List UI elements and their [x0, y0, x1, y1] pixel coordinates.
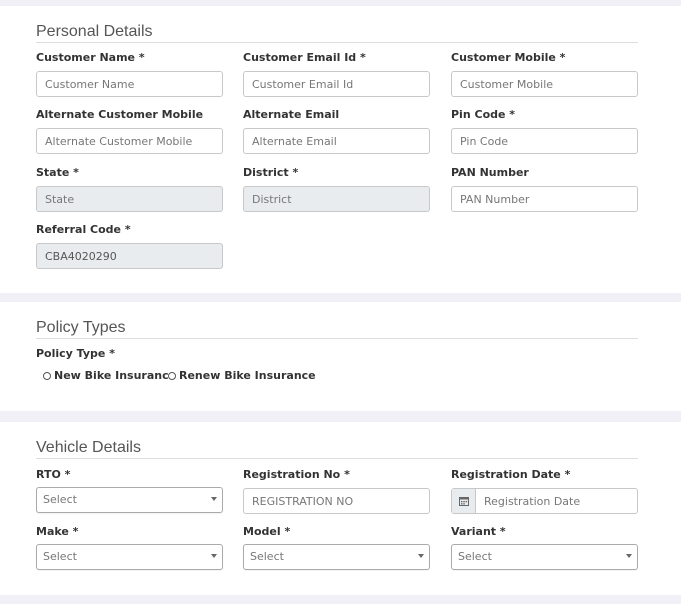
referral-code-label: Referral Code *	[36, 223, 131, 236]
customer-email-label: Customer Email Id *	[243, 51, 366, 64]
district-label: District *	[243, 166, 299, 179]
make-label: Make *	[36, 525, 79, 538]
rto-select-value: Select	[43, 493, 77, 506]
model-select-value: Select	[250, 550, 284, 563]
variant-select[interactable]: Select	[451, 544, 638, 570]
referral-code-input[interactable]	[36, 243, 223, 269]
chevron-down-icon	[418, 554, 424, 558]
customer-mobile-label: Customer Mobile *	[451, 51, 566, 64]
radio-button[interactable]	[168, 371, 176, 380]
chevron-down-icon	[211, 497, 217, 501]
page: Personal Details Customer Name * Custome…	[0, 0, 681, 604]
pin-code-label: Pin Code *	[451, 108, 516, 121]
radio-button[interactable]	[43, 371, 51, 380]
make-select[interactable]: Select	[36, 544, 223, 570]
policy-types-card: Policy Types Policy Type * New Bike Insu…	[0, 302, 681, 411]
vehicle-details-title: Vehicle Details	[36, 439, 638, 459]
rto-select[interactable]: Select	[36, 487, 223, 513]
registration-no-input[interactable]	[243, 488, 430, 514]
alternate-email-input[interactable]	[243, 128, 430, 154]
calendar-icon[interactable]	[452, 489, 476, 513]
policy-type-label: Policy Type *	[36, 347, 115, 360]
model-select[interactable]: Select	[243, 544, 430, 570]
customer-mobile-input[interactable]	[451, 71, 638, 97]
renew-bike-insurance-option[interactable]: Renew Bike Insurance	[168, 369, 316, 382]
district-input[interactable]	[243, 186, 430, 212]
customer-name-label: Customer Name *	[36, 51, 145, 64]
make-select-value: Select	[43, 550, 77, 563]
renew-bike-insurance-label: Renew Bike Insurance	[179, 369, 316, 382]
state-label: State *	[36, 166, 79, 179]
variant-select-value: Select	[458, 550, 492, 563]
new-bike-insurance-label: New Bike Insurance	[54, 369, 177, 382]
registration-date-label: Registration Date *	[451, 468, 571, 481]
registration-no-label: Registration No *	[243, 468, 350, 481]
registration-date-group	[451, 488, 638, 514]
rto-label: RTO *	[36, 468, 71, 481]
model-label: Model *	[243, 525, 291, 538]
personal-details-card: Personal Details Customer Name * Custome…	[0, 6, 681, 293]
chevron-down-icon	[626, 554, 632, 558]
alternate-email-label: Alternate Email	[243, 108, 340, 121]
variant-label: Variant *	[451, 525, 506, 538]
state-input[interactable]	[36, 186, 223, 212]
registration-date-input[interactable]	[476, 489, 637, 513]
personal-details-title: Personal Details	[36, 23, 638, 43]
alternate-mobile-label: Alternate Customer Mobile	[36, 108, 204, 121]
pan-number-label: PAN Number	[451, 166, 529, 179]
alternate-mobile-input[interactable]	[36, 128, 223, 154]
chevron-down-icon	[211, 554, 217, 558]
pan-number-input[interactable]	[451, 186, 638, 212]
pin-code-input[interactable]	[451, 128, 638, 154]
customer-email-input[interactable]	[243, 71, 430, 97]
vehicle-details-card: Vehicle Details RTO * Select Registratio…	[0, 422, 681, 595]
new-bike-insurance-option[interactable]: New Bike Insurance	[43, 369, 176, 382]
customer-name-input[interactable]	[36, 71, 223, 97]
policy-types-title: Policy Types	[36, 319, 638, 339]
